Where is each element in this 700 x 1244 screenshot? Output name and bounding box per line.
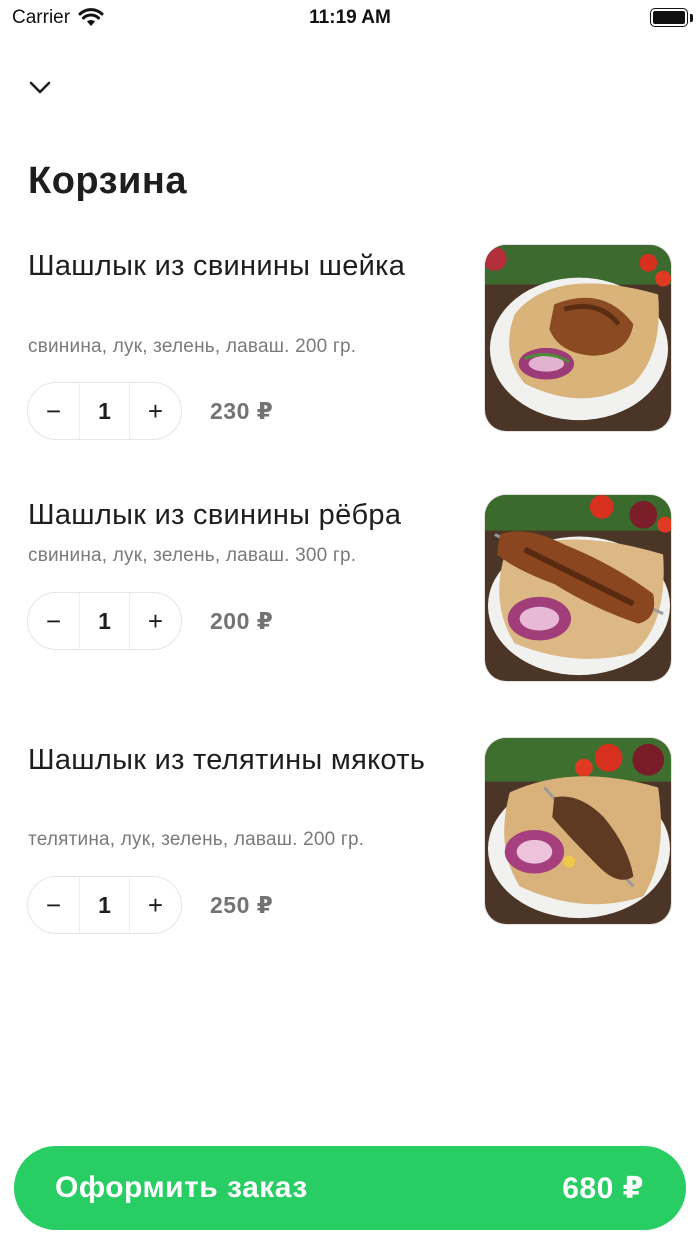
decrement-button[interactable]: − (28, 593, 79, 649)
battery-cap (690, 14, 693, 22)
pork-ribs-skewer-photo[interactable] (484, 494, 672, 682)
item-name: Шашлык из свинины рёбра (28, 499, 402, 531)
page-title: Корзина (28, 160, 187, 202)
veal-skewer-photo[interactable] (484, 737, 672, 925)
checkout-label: Оформить заказ (55, 1171, 308, 1204)
quantity-stepper: − 1 + (27, 382, 182, 440)
decrement-button[interactable]: − (28, 383, 79, 439)
checkout-button[interactable]: Оформить заказ 680 ₽ (14, 1146, 686, 1230)
item-description: свинина, лук, зелень, лаваш. 300 гр. (28, 545, 357, 566)
increment-button[interactable]: + (130, 383, 181, 439)
increment-button[interactable]: + (130, 593, 181, 649)
quantity-stepper: − 1 + (27, 876, 182, 934)
item-name: Шашлык из телятины мякоть (28, 744, 426, 776)
battery-icon (650, 8, 688, 27)
item-price: 250 ₽ (210, 892, 274, 918)
item-description: свинина, лук, зелень, лаваш. 200 гр. (28, 336, 357, 357)
quantity-stepper: − 1 + (27, 592, 182, 650)
item-description: телятина, лук, зелень, лаваш. 200 гр. (28, 829, 365, 850)
quantity-value: 1 (79, 383, 130, 439)
checkout-total: 680 ₽ (562, 1171, 644, 1205)
item-price: 230 ₽ (210, 398, 274, 424)
status-time: 11:19 AM (309, 7, 391, 28)
status-bar: Carrier 11:19 AM (0, 0, 700, 40)
item-price: 200 ₽ (210, 608, 274, 634)
quantity-value: 1 (79, 877, 130, 933)
chevron-down-icon[interactable] (22, 72, 58, 104)
item-name: Шашлык из свинины шейка (28, 250, 406, 282)
increment-button[interactable]: + (130, 877, 181, 933)
quantity-value: 1 (79, 593, 130, 649)
pork-neck-skewer-photo[interactable] (484, 244, 672, 432)
decrement-button[interactable]: − (28, 877, 79, 933)
